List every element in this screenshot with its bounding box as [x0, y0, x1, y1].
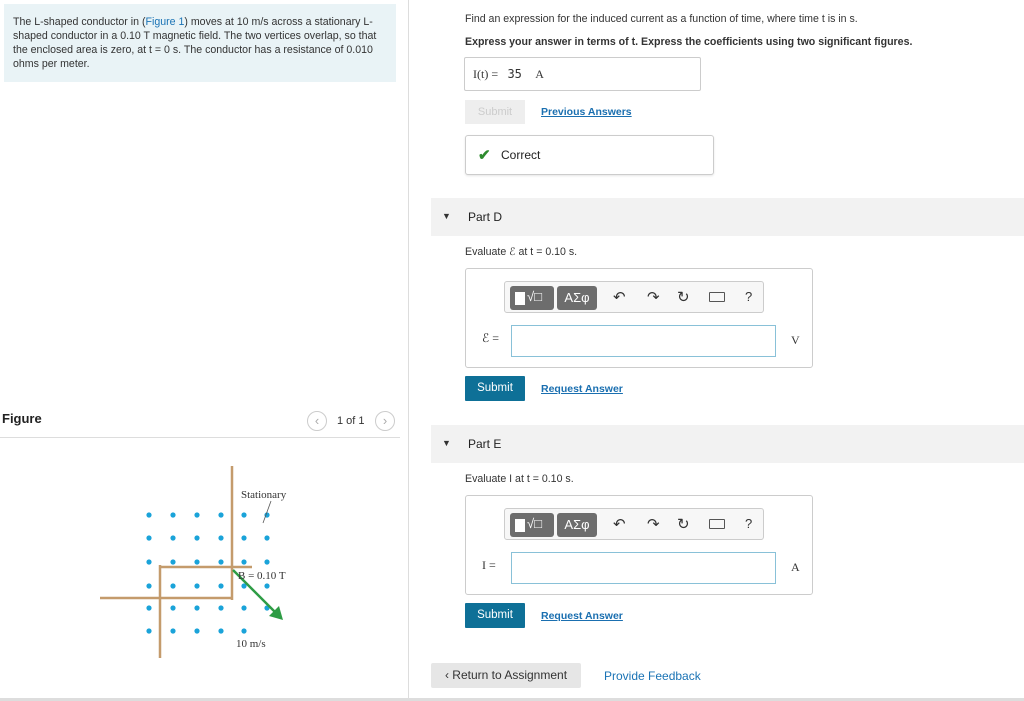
part-d-submit-button[interactable]: Submit: [465, 376, 525, 401]
part-e-answer-panel: √□ ΑΣφ ↶ ↷ ↻ ? I = A: [465, 495, 813, 595]
submit-button-disabled: Submit: [465, 100, 525, 124]
figure-page-count: 1 of 1: [337, 415, 365, 427]
problem-statement: The L-shaped conductor in (Figure 1) mov…: [4, 4, 396, 82]
math-toolbar: √□ ΑΣφ ↶ ↷ ↻ ?: [504, 508, 764, 540]
greek-symbols-button[interactable]: ΑΣφ: [557, 286, 597, 310]
left-panel: The L-shaped conductor in (Figure 1) mov…: [0, 0, 408, 701]
part-e-title: Part E: [468, 437, 502, 451]
problem-text-start: The L-shaped conductor in (: [13, 16, 146, 28]
keyboard-icon[interactable]: [709, 292, 725, 302]
reset-icon[interactable]: ↻: [677, 515, 690, 533]
part-e-request-answer-link[interactable]: Request Answer: [541, 610, 623, 622]
right-panel: Find an expression for the induced curre…: [409, 0, 1024, 701]
correct-label: Correct: [501, 148, 541, 162]
reset-icon[interactable]: ↻: [677, 288, 690, 306]
current-input[interactable]: [511, 552, 776, 584]
checkmark-icon: ✔: [478, 147, 491, 164]
answer-label: I(t) =: [473, 67, 499, 81]
part-d-answer-panel: √□ ΑΣφ ↶ ↷ ↻ ? ℰ = V: [465, 268, 813, 368]
part-d-header[interactable]: ▼ Part D: [431, 198, 1024, 236]
answer-value: 35: [507, 67, 522, 81]
question-text: Find an expression for the induced curre…: [465, 13, 858, 25]
part-e-submit-button[interactable]: Submit: [465, 603, 525, 628]
emf-label: ℰ =: [482, 331, 500, 345]
provide-feedback-link[interactable]: Provide Feedback: [604, 669, 701, 683]
chevron-left-icon[interactable]: ‹: [307, 411, 327, 431]
templates-button[interactable]: √□: [510, 513, 554, 537]
part-d-request-answer-link[interactable]: Request Answer: [541, 383, 623, 395]
conductor-figure: Stationary B = 0.10 T 10 m/s: [100, 466, 287, 658]
part-e-header[interactable]: ▼ Part E: [431, 425, 1024, 463]
correct-feedback: ✔ Correct: [465, 135, 714, 175]
redo-icon[interactable]: ↷: [647, 288, 660, 306]
current-unit: A: [791, 560, 800, 574]
previous-answers-link[interactable]: Previous Answers: [541, 106, 632, 118]
stationary-conductor: [100, 466, 234, 600]
undo-icon[interactable]: ↶: [613, 288, 626, 306]
emf-input[interactable]: [511, 325, 776, 357]
stationary-label: Stationary: [241, 489, 287, 501]
question-instruction: Express your answer in terms of t. Expre…: [465, 36, 913, 48]
figure-header: Figure ‹ 1 of 1 ›: [0, 408, 400, 438]
figure-title: Figure: [2, 411, 42, 426]
triangle-down-icon: ▼: [442, 438, 451, 448]
answer-unit: A: [535, 67, 544, 81]
help-icon[interactable]: ?: [745, 516, 752, 531]
return-label: Return to Assignment: [452, 668, 568, 682]
submitted-answer-box: I(t) = 35 A: [464, 57, 701, 91]
templates-button[interactable]: √□: [510, 286, 554, 310]
part-d-prompt: Evaluate ℰ at t = 0.10 s.: [465, 246, 578, 258]
emf-unit: V: [791, 333, 800, 347]
triangle-down-icon: ▼: [442, 211, 451, 221]
part-e-prompt: Evaluate I at t = 0.10 s.: [465, 473, 574, 485]
speed-label: 10 m/s: [236, 638, 266, 650]
redo-icon[interactable]: ↷: [647, 515, 660, 533]
undo-icon[interactable]: ↶: [613, 515, 626, 533]
greek-symbols-button[interactable]: ΑΣφ: [557, 513, 597, 537]
keyboard-icon[interactable]: [709, 519, 725, 529]
part-d-title: Part D: [468, 210, 503, 224]
math-toolbar: √□ ΑΣφ ↶ ↷ ↻ ?: [504, 281, 764, 313]
help-icon[interactable]: ?: [745, 289, 752, 304]
current-label: I =: [482, 558, 496, 572]
chevron-right-icon[interactable]: ›: [375, 411, 395, 431]
return-to-assignment-button[interactable]: ‹ Return to Assignment: [431, 663, 581, 688]
stationary-pointer: [262, 500, 272, 524]
figure-link[interactable]: Figure 1: [146, 16, 185, 28]
field-label: B = 0.10 T: [238, 570, 286, 582]
